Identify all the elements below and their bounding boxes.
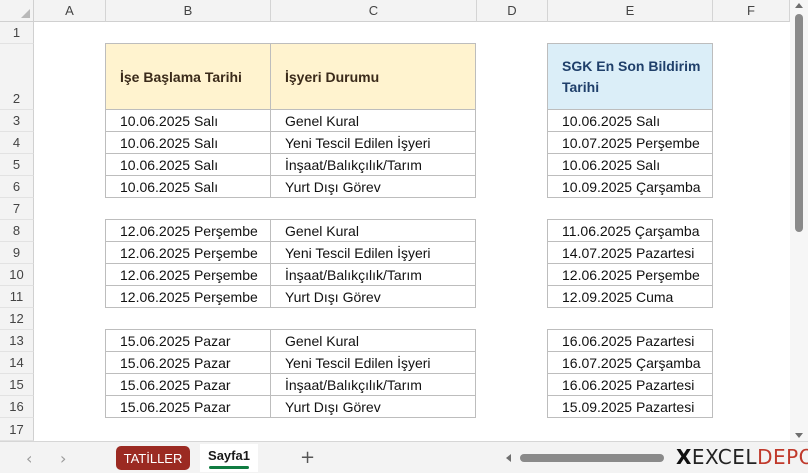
cell-workplace-status[interactable]: Yeni Tescil Edilen İşyeri <box>270 131 476 154</box>
row-header-14[interactable]: 14 <box>0 352 34 374</box>
column-header-d[interactable]: D <box>477 0 548 22</box>
cell-start-date[interactable]: 15.06.2025 Pazar <box>105 351 271 374</box>
cell-workplace-status[interactable]: İnşaat/Balıkçılık/Tarım <box>270 153 476 176</box>
scroll-up-arrow-icon[interactable] <box>795 3 803 8</box>
row-header-9[interactable]: 9 <box>0 242 34 264</box>
cell-sgk-date[interactable]: 16.06.2025 Pazartesi <box>547 373 713 396</box>
cell-start-date[interactable]: 10.06.2025 Salı <box>105 131 271 154</box>
cell-start-date[interactable]: 12.06.2025 Perşembe <box>105 263 271 286</box>
horizontal-scroll-thumb[interactable] <box>520 454 664 462</box>
cell-workplace-status[interactable]: Yurt Dışı Görev <box>270 175 476 198</box>
column-header-b[interactable]: B <box>106 0 271 22</box>
scroll-left-arrow-icon[interactable] <box>506 454 511 462</box>
header-sgk-date[interactable]: SGK En Son Bildirim Tarihi <box>547 43 713 110</box>
row-header-1[interactable]: 1 <box>0 22 34 44</box>
cell-sgk-date[interactable]: 10.09.2025 Çarşamba <box>547 175 713 198</box>
cell-sgk-date[interactable]: 10.06.2025 Salı <box>547 109 713 132</box>
column-header-e[interactable]: E <box>548 0 713 22</box>
cell-sgk-date[interactable]: 15.09.2025 Pazartesi <box>547 395 713 418</box>
select-all-corner[interactable] <box>0 0 34 22</box>
row-header-4[interactable]: 4 <box>0 132 34 154</box>
cell-sgk-date[interactable]: 16.07.2025 Çarşamba <box>547 351 713 374</box>
row-header-5[interactable]: 5 <box>0 154 34 176</box>
logo-x: X <box>676 445 692 469</box>
sheet-tab-sayfa1[interactable]: Sayfa1 <box>200 444 258 472</box>
row-header-7[interactable]: 7 <box>0 198 34 220</box>
vertical-scrollbar[interactable] <box>790 0 808 441</box>
sheet-tab-tatiller[interactable]: TATİLLER <box>116 446 190 470</box>
cell-start-date[interactable]: 15.06.2025 Pazar <box>105 329 271 352</box>
cell-start-date[interactable]: 12.06.2025 Perşembe <box>105 285 271 308</box>
row-header-8[interactable]: 8 <box>0 220 34 242</box>
cell-start-date[interactable]: 10.06.2025 Salı <box>105 153 271 176</box>
sheet-tab-bar: ‹ › TATİLLER Sayfa1 + XEXCELDEPO <box>0 441 808 473</box>
column-header-a[interactable]: A <box>34 0 106 22</box>
cell-start-date[interactable]: 15.06.2025 Pazar <box>105 373 271 396</box>
row-header-12[interactable]: 12 <box>0 308 34 330</box>
cell-workplace-status[interactable]: Yurt Dışı Görev <box>270 285 476 308</box>
vertical-scroll-thumb[interactable] <box>795 14 803 232</box>
cell-start-date[interactable]: 15.06.2025 Pazar <box>105 395 271 418</box>
row-header-3[interactable]: 3 <box>0 110 34 132</box>
cell-sgk-date[interactable]: 11.06.2025 Çarşamba <box>547 219 713 242</box>
cell-workplace-status[interactable]: Genel Kural <box>270 329 476 352</box>
column-header-c[interactable]: C <box>271 0 477 22</box>
cell-sgk-date[interactable]: 16.06.2025 Pazartesi <box>547 329 713 352</box>
row-header-13[interactable]: 13 <box>0 330 34 352</box>
row-header-6[interactable]: 6 <box>0 176 34 198</box>
header-workplace-status[interactable]: İşyeri Durumu <box>270 43 476 110</box>
row-header-16[interactable]: 16 <box>0 396 34 418</box>
cell-workplace-status[interactable]: İnşaat/Balıkçılık/Tarım <box>270 263 476 286</box>
header-start-date[interactable]: İşe Başlama Tarihi <box>105 43 271 110</box>
exceldepo-logo: XEXCELDEPO <box>676 445 808 469</box>
cell-sgk-date[interactable]: 12.09.2025 Cuma <box>547 285 713 308</box>
cell-start-date[interactable]: 12.06.2025 Perşembe <box>105 241 271 264</box>
cell-workplace-status[interactable]: İnşaat/Balıkçılık/Tarım <box>270 373 476 396</box>
row-header-2[interactable]: 2 <box>0 44 34 110</box>
cell-sgk-date[interactable]: 12.06.2025 Perşembe <box>547 263 713 286</box>
cell-workplace-status[interactable]: Genel Kural <box>270 219 476 242</box>
cell-sgk-date[interactable]: 10.06.2025 Salı <box>547 153 713 176</box>
cell-start-date[interactable]: 10.06.2025 Salı <box>105 109 271 132</box>
select-all-triangle-icon <box>21 9 30 18</box>
next-sheet-chevron-icon[interactable]: › <box>60 449 66 468</box>
row-header-11[interactable]: 11 <box>0 286 34 308</box>
cell-workplace-status[interactable]: Yurt Dışı Görev <box>270 395 476 418</box>
horizontal-scrollbar[interactable] <box>506 450 668 466</box>
spreadsheet-grid[interactable]: A B C D E F 1 2 3 4 5 6 7 8 9 10 11 12 1… <box>0 0 790 441</box>
cell-start-date[interactable]: 10.06.2025 Salı <box>105 175 271 198</box>
cell-sgk-date[interactable]: 14.07.2025 Pazartesi <box>547 241 713 264</box>
active-tab-underline <box>209 465 249 469</box>
column-header-f[interactable]: F <box>713 0 790 22</box>
sheet-tab-sayfa1-label: Sayfa1 <box>208 447 250 463</box>
cell-start-date[interactable]: 12.06.2025 Perşembe <box>105 219 271 242</box>
row-header-15[interactable]: 15 <box>0 374 34 396</box>
row-header-17[interactable]: 17 <box>0 418 34 441</box>
cell-workplace-status[interactable]: Yeni Tescil Edilen İşyeri <box>270 241 476 264</box>
cell-sgk-date[interactable]: 10.07.2025 Perşembe <box>547 131 713 154</box>
cell-workplace-status[interactable]: Genel Kural <box>270 109 476 132</box>
row-header-10[interactable]: 10 <box>0 264 34 286</box>
scroll-down-arrow-icon[interactable] <box>795 433 803 438</box>
logo-depo: DEPO <box>757 445 808 469</box>
cell-workplace-status[interactable]: Yeni Tescil Edilen İşyeri <box>270 351 476 374</box>
logo-excel: EXCEL <box>691 445 758 469</box>
prev-sheet-chevron-icon[interactable]: ‹ <box>26 449 32 468</box>
add-sheet-button[interactable]: + <box>300 447 315 468</box>
